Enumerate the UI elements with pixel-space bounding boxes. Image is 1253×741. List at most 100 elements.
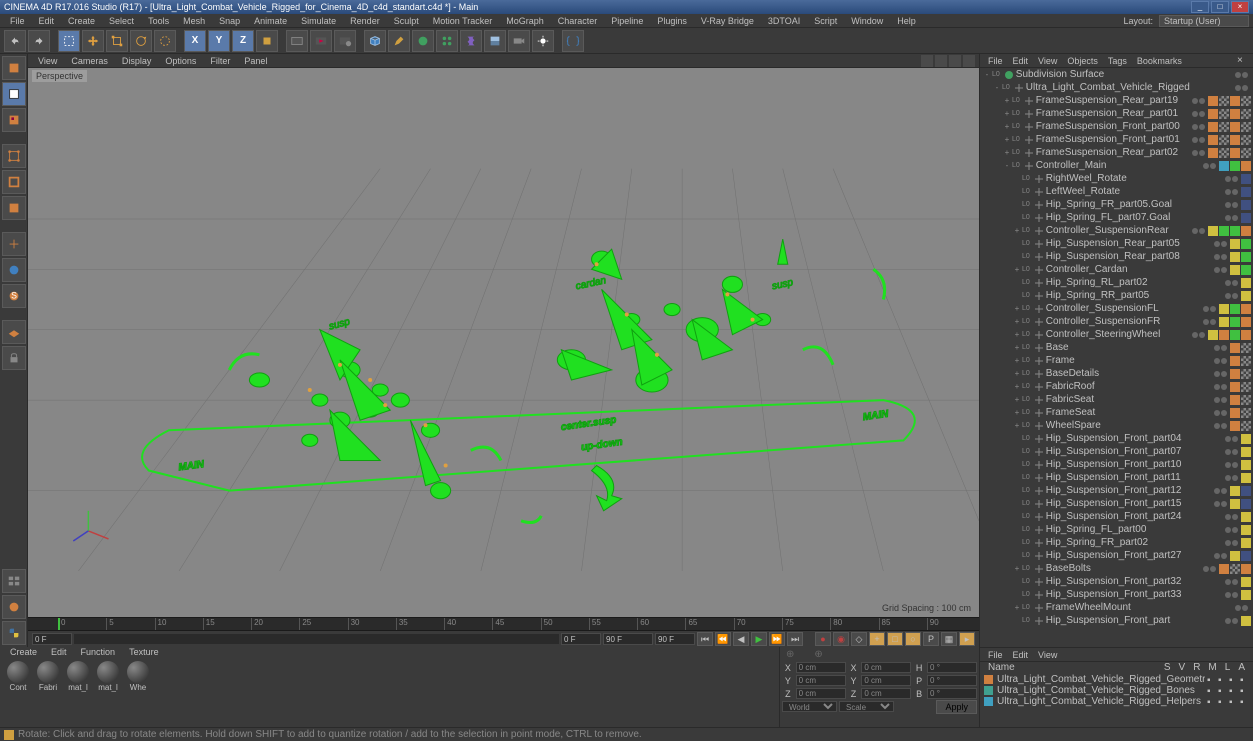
material-item[interactable]: Whe bbox=[124, 661, 152, 692]
render-view-button[interactable] bbox=[286, 30, 308, 52]
menu-tools[interactable]: Tools bbox=[142, 16, 175, 26]
tag-yellow[interactable] bbox=[1241, 291, 1251, 301]
tree-toggle-icon[interactable]: + bbox=[1002, 135, 1012, 144]
tag-yellow[interactable] bbox=[1208, 330, 1218, 340]
tag-orange[interactable] bbox=[1241, 161, 1251, 171]
tree-toggle-icon[interactable]: + bbox=[1002, 96, 1012, 105]
coord-input[interactable] bbox=[861, 688, 911, 699]
make-editable-button[interactable] bbox=[2, 56, 26, 80]
coord-input[interactable] bbox=[927, 688, 977, 699]
tree-toggle-icon[interactable]: + bbox=[1012, 265, 1022, 274]
object-row[interactable]: +L0Controller_SteeringWheel bbox=[980, 328, 1253, 341]
menu-snap[interactable]: Snap bbox=[213, 16, 246, 26]
deformer-button[interactable] bbox=[460, 30, 482, 52]
object-row[interactable]: +L0FabricSeat bbox=[980, 393, 1253, 406]
tag-checker[interactable] bbox=[1219, 109, 1229, 119]
tree-toggle-icon[interactable]: + bbox=[1012, 421, 1022, 430]
objmgr-menu-edit[interactable]: Edit bbox=[1009, 56, 1033, 66]
y-axis-button[interactable]: Y bbox=[208, 30, 230, 52]
key-scale-button[interactable]: □ bbox=[887, 632, 903, 646]
object-row[interactable]: -L0Subdivision Surface bbox=[980, 68, 1253, 81]
tree-toggle-icon[interactable]: + bbox=[1012, 369, 1022, 378]
tag-yellow[interactable] bbox=[1230, 486, 1240, 496]
menu-sculpt[interactable]: Sculpt bbox=[388, 16, 425, 26]
visibility-dots[interactable] bbox=[1231, 85, 1251, 91]
coord-scale-select[interactable]: Scale bbox=[839, 701, 894, 712]
tree-toggle-icon[interactable]: + bbox=[1012, 564, 1022, 573]
visibility-dots[interactable] bbox=[1210, 345, 1230, 351]
tree-toggle-icon[interactable]: - bbox=[992, 83, 1002, 92]
layermgr-menu-view[interactable]: View bbox=[1034, 650, 1061, 660]
timeline-slider[interactable] bbox=[74, 634, 559, 644]
tree-toggle-icon[interactable]: - bbox=[1002, 161, 1012, 170]
visibility-dots[interactable] bbox=[1221, 475, 1241, 481]
mat-menu-function[interactable]: Function bbox=[75, 647, 122, 659]
layer-flag-icon[interactable]: ▪ bbox=[1207, 675, 1216, 684]
object-row[interactable]: L0Hip_Suspension_Front_part bbox=[980, 614, 1253, 627]
visibility-dots[interactable] bbox=[1221, 527, 1241, 533]
tag-checker[interactable] bbox=[1241, 369, 1251, 379]
scale-button[interactable] bbox=[106, 30, 128, 52]
object-row[interactable]: L0Hip_Suspension_Rear_part08 bbox=[980, 250, 1253, 263]
layer-flag-icon[interactable]: ▪ bbox=[1240, 675, 1249, 684]
layer-flag-icon[interactable]: ▪ bbox=[1240, 686, 1249, 695]
visibility-dots[interactable] bbox=[1210, 488, 1230, 494]
menu-window[interactable]: Window bbox=[845, 16, 889, 26]
visibility-dots[interactable] bbox=[1188, 228, 1208, 234]
menu-script[interactable]: Script bbox=[808, 16, 843, 26]
tree-toggle-icon[interactable]: + bbox=[1012, 226, 1022, 235]
tree-toggle-icon[interactable]: + bbox=[1012, 382, 1022, 391]
object-row[interactable]: L0Hip_Spring_RL_part02 bbox=[980, 276, 1253, 289]
frame-end-vis-input[interactable] bbox=[603, 633, 653, 645]
object-row[interactable]: +L0FrameSeat bbox=[980, 406, 1253, 419]
object-row[interactable]: +L0Controller_SuspensionFL bbox=[980, 302, 1253, 315]
play-back-button[interactable]: ◀ bbox=[733, 632, 749, 646]
tag-yellow[interactable] bbox=[1241, 577, 1251, 587]
tag-yellow[interactable] bbox=[1241, 590, 1251, 600]
menu-mograph[interactable]: MoGraph bbox=[500, 16, 550, 26]
tag-green[interactable] bbox=[1230, 330, 1240, 340]
tag-orange[interactable] bbox=[1241, 304, 1251, 314]
x-axis-button[interactable]: X bbox=[184, 30, 206, 52]
tag-orange[interactable] bbox=[1219, 564, 1229, 574]
rotate-button[interactable] bbox=[130, 30, 152, 52]
object-row[interactable]: L0Hip_Spring_FL_part00 bbox=[980, 523, 1253, 536]
menu-pipeline[interactable]: Pipeline bbox=[605, 16, 649, 26]
tag-yellow[interactable] bbox=[1241, 512, 1251, 522]
layer-flag-icon[interactable]: ▪ bbox=[1229, 686, 1238, 695]
tag-orange[interactable] bbox=[1219, 330, 1229, 340]
visibility-dots[interactable] bbox=[1210, 501, 1230, 507]
close-button[interactable]: × bbox=[1231, 1, 1249, 13]
tag-darkblue[interactable] bbox=[1241, 187, 1251, 197]
tag-darkblue[interactable] bbox=[1241, 200, 1251, 210]
material-item[interactable]: mat_l bbox=[64, 661, 92, 692]
visibility-dots[interactable] bbox=[1221, 449, 1241, 455]
visibility-dots[interactable] bbox=[1210, 410, 1230, 416]
object-row[interactable]: +L0FrameSuspension_Front_part00 bbox=[980, 120, 1253, 133]
visibility-dots[interactable] bbox=[1188, 150, 1208, 156]
tag-orange[interactable] bbox=[1241, 226, 1251, 236]
tag-orange[interactable] bbox=[1230, 395, 1240, 405]
tag-orange[interactable] bbox=[1230, 343, 1240, 353]
tree-toggle-icon[interactable]: + bbox=[1012, 317, 1022, 326]
vp-menu-display[interactable]: Display bbox=[116, 56, 158, 66]
tag-orange[interactable] bbox=[1230, 382, 1240, 392]
live-select-button[interactable] bbox=[58, 30, 80, 52]
key-pos-button[interactable]: + bbox=[869, 632, 885, 646]
tag-green[interactable] bbox=[1230, 226, 1240, 236]
tag-checker[interactable] bbox=[1241, 408, 1251, 418]
layer-flag-icon[interactable]: ▪ bbox=[1218, 675, 1227, 684]
tag-darkblue[interactable] bbox=[1241, 486, 1251, 496]
objmgr-menu-tags[interactable]: Tags bbox=[1104, 56, 1131, 66]
vp-toggle-icon[interactable] bbox=[949, 55, 961, 67]
object-row[interactable]: L0Hip_Spring_RR_part05 bbox=[980, 289, 1253, 302]
visibility-dots[interactable] bbox=[1221, 540, 1241, 546]
tag-green[interactable] bbox=[1230, 161, 1240, 171]
tag-checker[interactable] bbox=[1241, 356, 1251, 366]
tag-yellow[interactable] bbox=[1230, 252, 1240, 262]
polys-mode-button[interactable] bbox=[2, 196, 26, 220]
menu-motion-tracker[interactable]: Motion Tracker bbox=[427, 16, 499, 26]
visibility-dots[interactable] bbox=[1210, 267, 1230, 273]
visibility-dots[interactable] bbox=[1221, 176, 1241, 182]
maximize-button[interactable]: □ bbox=[1211, 1, 1229, 13]
